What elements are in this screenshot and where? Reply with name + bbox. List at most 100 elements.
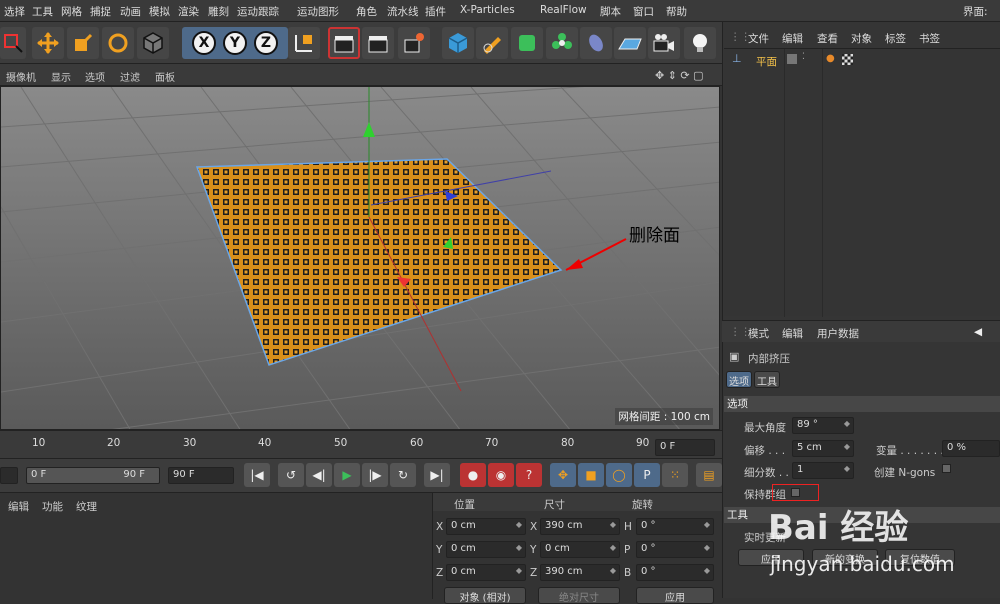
rotation-h-field[interactable]: 0 ° ◆ (636, 518, 714, 535)
key-parameter-button[interactable]: P (634, 463, 660, 487)
objects-menu-objects[interactable]: 对象 (851, 31, 872, 46)
live-selection-button[interactable] (0, 27, 26, 59)
key-pla-button[interactable]: ⁙ (662, 463, 688, 487)
menu-sculpt[interactable]: 雕刻 (208, 4, 229, 19)
add-subdivision-button[interactable] (511, 27, 543, 59)
key-position-button[interactable]: ✥ (550, 463, 576, 487)
next-frame-button[interactable]: |▶ (362, 463, 388, 487)
add-array-button[interactable] (546, 27, 578, 59)
y-axis-lock[interactable]: Y (223, 31, 247, 55)
menu-help[interactable]: 帮助 (666, 4, 687, 19)
phong-tag-icon[interactable]: ● (826, 53, 835, 64)
rotation-p-field[interactable]: 0 ° ◆ (636, 541, 714, 558)
viewport-menu-camera[interactable]: 摄像机 (6, 69, 36, 84)
objects-menu-tags[interactable]: 标签 (885, 31, 906, 46)
objects-menu-edit[interactable]: 编辑 (782, 31, 803, 46)
current-frame-field[interactable]: 0 F (655, 439, 715, 456)
next-key-button[interactable]: ↻ (390, 463, 416, 487)
viewport-menu-filter[interactable]: 过滤 (120, 69, 140, 84)
position-y-field[interactable]: 0 cm ◆ (446, 541, 526, 558)
size-x-field[interactable]: 390 cm ◆ (540, 518, 620, 535)
menu-mesh[interactable]: 网格 (61, 4, 82, 19)
menu-xparticles[interactable]: X-Particles (460, 4, 515, 16)
key-scale-button[interactable]: ■ (578, 463, 604, 487)
keyframe-selection-button[interactable]: ? (516, 463, 542, 487)
add-pen-button[interactable] (476, 27, 508, 59)
viewport-3d[interactable]: 删除面 网格间距 : 100 cm (0, 86, 720, 430)
size-mode-dropdown[interactable]: 绝对尺寸 (538, 587, 620, 604)
create-ngons-checkbox[interactable] (942, 464, 951, 473)
add-floor-button[interactable] (614, 27, 646, 59)
coordinate-mode-dropdown[interactable]: 对象 (相对) (444, 587, 526, 604)
viewport-menu-display[interactable]: 显示 (51, 69, 71, 84)
menu-realflow[interactable]: RealFlow (540, 4, 587, 16)
menu-render[interactable]: 渲染 (178, 4, 199, 19)
coord-system-button[interactable] (288, 27, 320, 59)
size-z-field[interactable]: 390 cm ◆ (540, 564, 620, 581)
menu-simulate[interactable]: 模拟 (149, 4, 170, 19)
render-picture-viewer-button[interactable] (362, 27, 394, 59)
x-axis-lock[interactable]: X (192, 31, 216, 55)
menu-tools[interactable]: 工具 (32, 4, 53, 19)
z-axis-lock[interactable]: Z (254, 31, 278, 55)
object-mode-button[interactable] (137, 27, 169, 59)
render-settings-button[interactable] (398, 27, 430, 59)
material-menu-function[interactable]: 功能 (42, 499, 63, 514)
record-button[interactable]: ● (460, 463, 486, 487)
object-name[interactable]: 平面 (756, 54, 777, 69)
timeline-scheme-button[interactable]: ▤ (696, 463, 722, 487)
object-row-plane[interactable]: ⊥ 平面 ⁚ ● (724, 51, 1000, 69)
variance-field[interactable]: 0 % (942, 440, 1000, 457)
menu-mograph[interactable]: 运动图形 (297, 4, 339, 19)
tab-tool[interactable]: 工具 (754, 371, 780, 388)
tab-options[interactable]: 选项 (726, 371, 752, 388)
prev-frame-button[interactable]: ◀| (306, 463, 332, 487)
go-to-end-button[interactable]: ▶| (424, 463, 450, 487)
visibility-toggle-icon[interactable] (787, 54, 797, 64)
add-deformer-button[interactable] (580, 27, 612, 59)
start-frame-stepper[interactable] (0, 467, 18, 484)
coords-apply-button[interactable]: 应用 (636, 587, 714, 604)
rotation-b-field[interactable]: 0 ° ◆ (636, 564, 714, 581)
add-cube-button[interactable] (442, 27, 474, 59)
attr-menu-userdata[interactable]: 用户数据 (817, 326, 859, 341)
menu-window[interactable]: 窗口 (633, 4, 654, 19)
objects-menu-bookmarks[interactable]: 书签 (919, 31, 940, 46)
viewport-navigation-icons[interactable]: ✥ ⇕ ⟳ ▢ (655, 69, 704, 82)
end-frame-field[interactable]: 90 F (168, 467, 234, 484)
menu-character[interactable]: 角色 (356, 4, 377, 19)
attr-menu-edit[interactable]: 编辑 (782, 326, 803, 341)
add-camera-button[interactable] (648, 27, 680, 59)
size-y-field[interactable]: 0 cm ◆ (540, 541, 620, 558)
viewport-menu-panel[interactable]: 面板 (155, 69, 175, 84)
position-z-field[interactable]: 0 cm ◆ (446, 564, 526, 581)
subdivision-field[interactable]: 1 ◆ (792, 462, 854, 479)
objects-menu-view[interactable]: 查看 (817, 31, 838, 46)
attr-menu-mode[interactable]: 模式 (748, 326, 769, 341)
material-menu-texture[interactable]: 纹理 (76, 499, 97, 514)
move-tool-button[interactable] (32, 27, 64, 59)
add-light-button[interactable] (684, 27, 716, 59)
visibility-dots-icon[interactable]: ⁚ (802, 52, 805, 62)
offset-field[interactable]: 5 cm ◆ (792, 440, 854, 457)
scale-tool-button[interactable] (67, 27, 99, 59)
menu-motion-tracking[interactable]: 运动跟踪 (237, 4, 279, 19)
menu-select[interactable]: 选择 (4, 4, 25, 19)
menu-snap[interactable]: 捕捉 (90, 4, 111, 19)
material-menu-edit[interactable]: 编辑 (8, 499, 29, 514)
position-x-field[interactable]: 0 cm ◆ (446, 518, 526, 535)
prev-key-button[interactable]: ↺ (278, 463, 304, 487)
key-rotation-button[interactable]: ◯ (606, 463, 632, 487)
frame-range-slider[interactable]: 0 F 90 F (26, 467, 160, 484)
menu-animate[interactable]: 动画 (120, 4, 141, 19)
material-tag-icon[interactable] (842, 54, 853, 65)
play-button[interactable]: ▶ (334, 463, 360, 487)
viewport-menu-options[interactable]: 选项 (85, 69, 105, 84)
menu-script[interactable]: 脚本 (600, 4, 621, 19)
menu-pipeline[interactable]: 流水线 (387, 4, 419, 19)
autokey-button[interactable]: ◉ (488, 463, 514, 487)
go-to-start-button[interactable]: |◀ (244, 463, 270, 487)
rotate-tool-button[interactable] (102, 27, 134, 59)
objects-menu-file[interactable]: 文件 (748, 31, 769, 46)
back-arrow-icon[interactable]: ◀ (974, 326, 982, 338)
